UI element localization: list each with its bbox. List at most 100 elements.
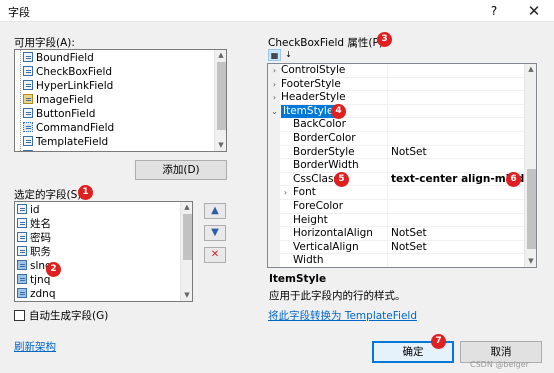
field-icon [23, 136, 33, 146]
available-field-item[interactable]: BoundField [23, 51, 211, 65]
available-fields-list[interactable]: BoundField CheckBoxField HyperLinkField Ima… [14, 49, 227, 152]
property-value[interactable]: NotSet [389, 241, 427, 254]
selected-fields-scrollbar[interactable]: ▲ ▼ [180, 202, 192, 301]
available-field-label: CommandField [36, 122, 115, 134]
alphabetical-icon[interactable]: ↓ [282, 49, 295, 61]
expand-icon[interactable]: › [270, 64, 279, 77]
annotation-badge-6: 6 [506, 172, 521, 187]
selected-fields-label: 选定的字段(S): [14, 189, 85, 201]
scroll-up-icon[interactable]: ▲ [181, 202, 192, 213]
property-row[interactable]: ForeColor [268, 200, 524, 214]
field-icon [17, 204, 27, 214]
property-value[interactable] [389, 132, 391, 145]
annotation-badge-1: 1 [78, 185, 93, 200]
column-divider [387, 91, 388, 104]
property-grid-scrollbar[interactable]: ▲ ▼ [524, 64, 536, 267]
property-row[interactable]: BackColor [268, 118, 524, 132]
expand-icon[interactable]: › [270, 78, 279, 91]
property-name: BackColor [293, 118, 346, 131]
property-value[interactable] [389, 64, 391, 77]
property-row[interactable]: VerticalAlign NotSet [268, 240, 524, 255]
column-divider [387, 200, 388, 213]
close-button[interactable]: ✕ [522, 1, 546, 21]
property-row[interactable]: BorderStyle NotSet [268, 145, 524, 160]
available-field-item[interactable]: ImageField [23, 93, 211, 107]
property-value[interactable] [389, 78, 391, 91]
property-row[interactable]: BorderColor [268, 132, 524, 146]
property-name: FooterStyle [281, 77, 341, 90]
expand-icon[interactable]: ⌄ [270, 105, 279, 118]
property-value[interactable] [389, 105, 391, 118]
scrollbar-thumb[interactable] [527, 169, 536, 249]
available-field-label: BoundField [36, 52, 94, 64]
selected-field-label: 密码 [30, 232, 51, 244]
auto-generate-checkbox[interactable] [14, 310, 25, 321]
property-row[interactable]: › Font [268, 186, 524, 200]
move-down-button[interactable]: ▼ [204, 225, 226, 241]
categorized-icon[interactable]: ▦ [268, 49, 281, 61]
available-field-label: ImageField [36, 94, 94, 106]
image-field-icon [23, 94, 33, 104]
help-button[interactable]: ? [484, 2, 504, 20]
field-icon [17, 232, 27, 242]
selected-field-item[interactable]: 密码 [17, 231, 177, 245]
available-field-label: HyperLinkField [36, 80, 114, 92]
selected-fields-list[interactable]: id 姓名 密码 职务 slnq tjnq zdnq ▲ ▼ [14, 201, 193, 302]
property-grid[interactable]: › ControlStyle › FooterStyle › HeaderStyle ⌄ It… [267, 63, 537, 268]
expand-icon[interactable]: › [281, 186, 290, 199]
add-field-button[interactable]: 添加(D) [135, 160, 227, 180]
column-divider [387, 213, 388, 227]
property-value[interactable] [389, 254, 391, 267]
selected-field-item[interactable]: 职务 [17, 245, 177, 259]
available-fields-scrollbar[interactable]: ▲ ▼ [214, 50, 226, 151]
available-field-item[interactable]: CommandField [23, 121, 211, 135]
scroll-up-icon[interactable]: ▲ [215, 50, 226, 61]
scroll-up-icon[interactable]: ▲ [525, 64, 536, 75]
property-value[interactable] [389, 186, 391, 199]
selected-field-item[interactable]: tjnq [17, 273, 177, 287]
property-row[interactable]: › HeaderStyle [268, 91, 524, 105]
field-icon [23, 108, 33, 118]
available-field-item[interactable]: DynamicField [23, 149, 211, 151]
move-up-button[interactable]: ▲ [204, 203, 226, 219]
description-text: 应用于此字段内的行的样式。 [269, 290, 406, 302]
property-value[interactable] [389, 214, 391, 227]
selected-field-item[interactable]: id [17, 203, 177, 217]
selected-field-item[interactable]: zdnq [17, 287, 177, 301]
column-divider [387, 118, 388, 131]
property-value[interactable]: NotSet [389, 146, 427, 159]
scroll-down-icon[interactable]: ▼ [181, 290, 192, 301]
scrollbar-thumb[interactable] [183, 214, 192, 260]
scroll-down-icon[interactable]: ▼ [215, 140, 226, 151]
scrollbar-thumb[interactable] [217, 62, 226, 130]
selected-field-item[interactable]: slnq [17, 259, 177, 273]
field-icon [23, 150, 33, 151]
property-value[interactable] [389, 91, 391, 104]
property-row[interactable]: CssClass text-center align-middle [268, 172, 535, 187]
available-field-item[interactable]: TemplateField [23, 135, 211, 149]
available-field-item[interactable]: HyperLinkField [23, 79, 211, 93]
property-row[interactable]: HorizontalAlign NotSet [268, 227, 524, 241]
delete-field-button[interactable]: ✕ [204, 247, 226, 263]
property-value[interactable]: NotSet [389, 227, 427, 240]
selected-field-item[interactable]: 姓名 [17, 217, 177, 231]
convert-to-template-link[interactable]: 将此字段转换为 TemplateField [268, 308, 417, 323]
refresh-schema-link[interactable]: 刷新架构 [14, 339, 56, 354]
property-row[interactable]: › ControlStyle [268, 64, 524, 78]
property-value[interactable] [389, 159, 391, 172]
property-row[interactable]: Height [268, 213, 524, 228]
property-row[interactable]: Width [268, 254, 524, 267]
property-row[interactable]: ⌄ ItemStyle [268, 104, 524, 119]
property-value[interactable] [389, 118, 391, 131]
property-row[interactable]: BorderWidth [268, 159, 524, 173]
property-value[interactable] [389, 200, 391, 213]
property-name: HeaderStyle [281, 91, 346, 104]
expand-icon[interactable]: › [270, 91, 279, 104]
property-name: Height [293, 213, 328, 226]
db-field-icon [17, 274, 27, 284]
property-row[interactable]: › FooterStyle [268, 77, 524, 92]
available-field-item[interactable]: ButtonField [23, 107, 211, 121]
column-divider [387, 240, 388, 254]
scroll-down-icon[interactable]: ▼ [525, 256, 536, 267]
available-field-item[interactable]: CheckBoxField [23, 65, 211, 79]
